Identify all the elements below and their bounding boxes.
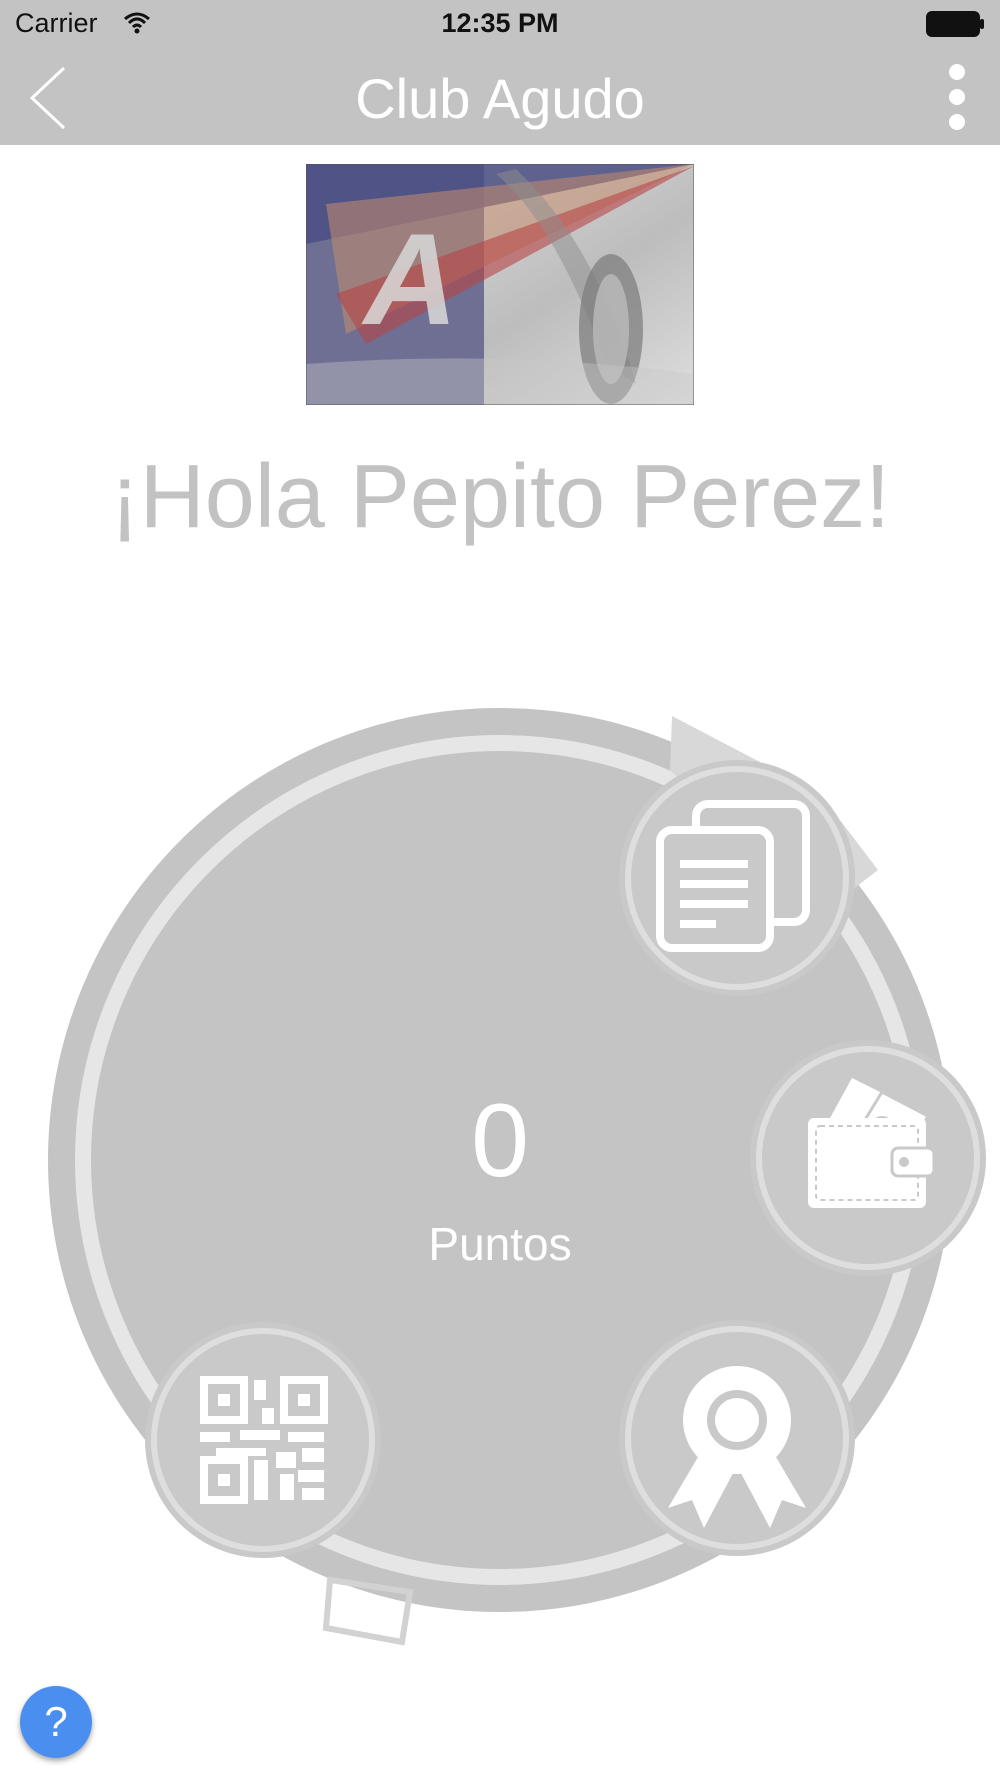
qr-code-button[interactable] (145, 1322, 381, 1558)
navigation-bar: Club Agudo (0, 48, 1000, 145)
qr-code-icon (200, 1376, 328, 1504)
more-options-button[interactable] (932, 58, 982, 136)
banner-logo-letter: A (361, 206, 458, 352)
more-vertical-icon (949, 64, 965, 130)
help-button[interactable]: ? (20, 1686, 92, 1758)
battery-icon (926, 11, 984, 37)
documents-button[interactable] (619, 760, 855, 996)
club-banner-image: A (306, 164, 694, 405)
awards-button[interactable] (619, 1320, 855, 1556)
status-bar: Carrier 12:35 PM (0, 0, 1000, 48)
greeting-text: ¡Hola Pepito Perez! (109, 447, 891, 547)
status-time: 12:35 PM (441, 8, 559, 38)
page-title: Club Agudo (355, 67, 645, 130)
points-label: Puntos (428, 1218, 572, 1270)
points-value: 0 (471, 1083, 529, 1199)
